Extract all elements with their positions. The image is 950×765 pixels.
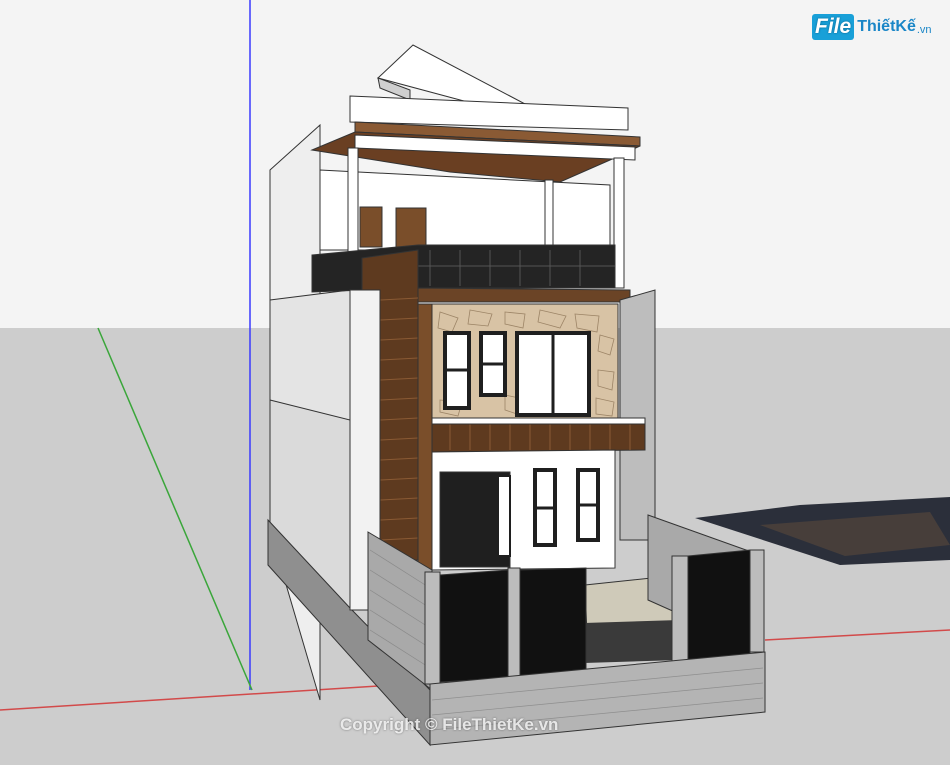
filethietke-logo: File Thiết Kế .vn [812,10,942,44]
house-3d-model [0,0,950,765]
side-gate [687,549,751,661]
gate-pillar-1 [424,571,441,685]
column-middle [544,179,554,253]
top-door-left [359,206,383,248]
logo-file-text: File [812,14,855,40]
second-floor-slab-edge [417,287,631,303]
copyright-watermark: Copyright © FileThietKe.vn [340,715,559,734]
gate-right [519,567,587,677]
door-sidelight [497,475,511,557]
top-railing [311,244,616,293]
gate-pillar-4 [749,549,765,653]
right-pillar-wall [619,289,656,541]
gate-pillar-2 [507,567,521,679]
timber-trim [417,303,433,571]
gate-left [439,569,509,683]
top-door-right [395,207,427,249]
balcony-slab-edge [431,417,646,425]
gate-pillar-3 [671,555,689,665]
sketchup-viewport[interactable] [0,0,950,765]
logo-ke-text: Kế [895,18,916,35]
logo-vn-text: .vn [916,23,932,36]
logo-thiet-text: Thiết [857,18,896,35]
